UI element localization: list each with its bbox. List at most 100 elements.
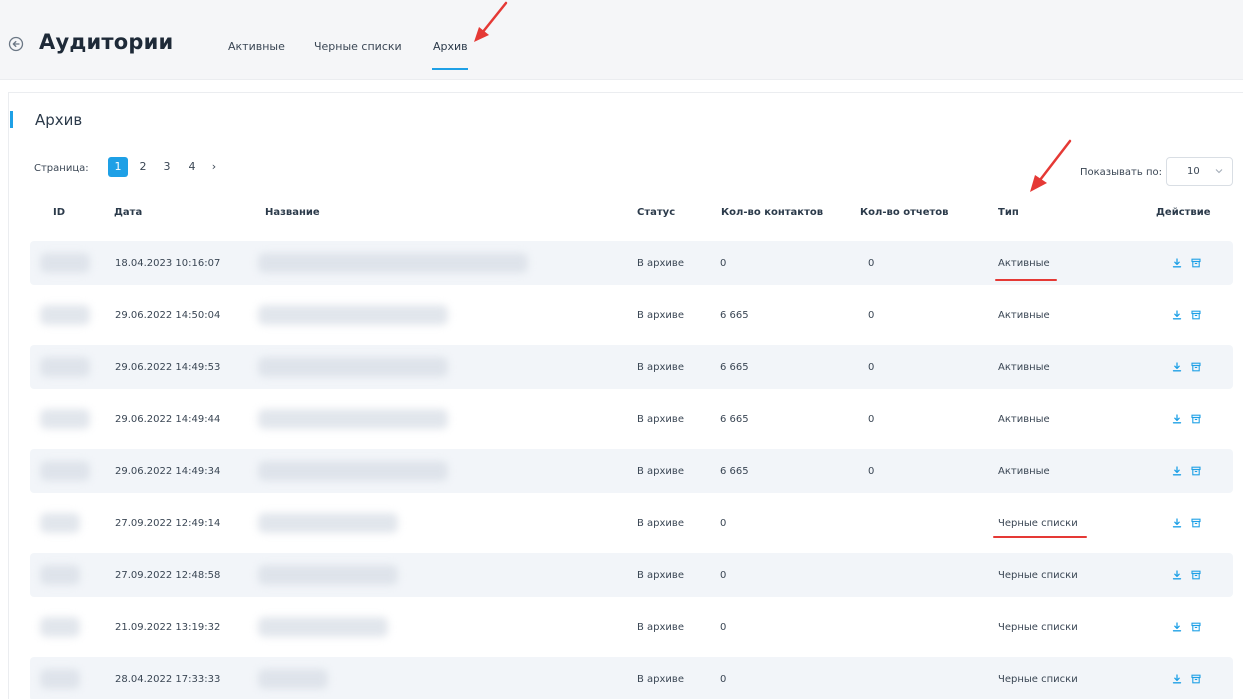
row-date: 28.04.2022 17:33:33 bbox=[115, 674, 221, 685]
redacted-name bbox=[258, 461, 448, 481]
download-icon[interactable] bbox=[1172, 570, 1182, 580]
column-header-reports: Кол-во отчетов bbox=[860, 207, 949, 218]
chevron-down-icon bbox=[1215, 169, 1223, 174]
row-contacts: 0 bbox=[720, 622, 727, 633]
row-status: В архиве bbox=[637, 570, 684, 581]
row-date: 29.06.2022 14:49:53 bbox=[115, 362, 221, 373]
row-status: В архиве bbox=[637, 310, 684, 321]
redacted-name bbox=[258, 357, 448, 377]
download-icon[interactable] bbox=[1172, 466, 1182, 476]
download-icon[interactable] bbox=[1172, 362, 1182, 372]
page-size-select[interactable]: 10 bbox=[1166, 157, 1233, 186]
row-status: В архиве bbox=[637, 362, 684, 373]
row-contacts: 0 bbox=[720, 258, 727, 269]
table-row[interactable]: 29.06.2022 14:49:44 В архиве 6 665 0 Активны… bbox=[30, 397, 1233, 441]
column-header-date: Дата bbox=[114, 207, 143, 218]
page-button-3[interactable]: 3 bbox=[160, 157, 174, 177]
download-icon[interactable] bbox=[1172, 518, 1182, 528]
page-size-value: 10 bbox=[1187, 166, 1200, 177]
row-reports: 0 bbox=[868, 310, 875, 321]
table-row[interactable]: 27.09.2022 12:48:58 В архиве 0 Черные списк… bbox=[30, 553, 1233, 597]
row-reports: 0 bbox=[868, 258, 875, 269]
row-reports: 0 bbox=[868, 362, 875, 373]
row-date: 21.09.2022 13:19:32 bbox=[115, 622, 221, 633]
annotation-underline bbox=[995, 279, 1057, 281]
page-button-2[interactable]: 2 bbox=[136, 157, 150, 177]
row-date: 29.06.2022 14:50:04 bbox=[115, 310, 221, 321]
section-title: Архив bbox=[35, 111, 83, 129]
row-contacts: 6 665 bbox=[720, 466, 749, 477]
archive-box-icon[interactable] bbox=[1191, 414, 1201, 424]
archive-box-icon[interactable] bbox=[1191, 258, 1201, 268]
back-arrow-icon[interactable] bbox=[8, 36, 24, 52]
table-row[interactable]: 29.06.2022 14:49:53 В архиве 6 665 0 Активны… bbox=[30, 345, 1233, 389]
archive-box-icon[interactable] bbox=[1191, 362, 1201, 372]
archive-box-icon[interactable] bbox=[1191, 518, 1201, 528]
row-contacts: 6 665 bbox=[720, 414, 749, 425]
row-contacts: 0 bbox=[720, 518, 727, 529]
column-header-status: Статус bbox=[637, 207, 676, 218]
tab-blacklists[interactable]: Черные списки bbox=[314, 40, 402, 53]
redacted-name bbox=[258, 617, 388, 637]
row-reports: 0 bbox=[868, 414, 875, 425]
archive-box-icon[interactable] bbox=[1191, 622, 1201, 632]
column-header-action: Действие bbox=[1156, 207, 1211, 218]
page-button-4[interactable]: 4 bbox=[185, 157, 199, 177]
column-header-type: Тип bbox=[998, 207, 1019, 218]
row-contacts: 0 bbox=[720, 570, 727, 581]
download-icon[interactable] bbox=[1172, 258, 1182, 268]
row-type: Черные списки bbox=[998, 570, 1078, 581]
column-header-contacts: Кол-во контактов bbox=[721, 207, 824, 218]
column-header-name: Название bbox=[265, 207, 320, 218]
row-type: Активные bbox=[998, 466, 1050, 477]
download-icon[interactable] bbox=[1172, 310, 1182, 320]
redacted-id bbox=[40, 669, 80, 689]
page-next-button[interactable]: › bbox=[207, 157, 221, 177]
row-status: В архиве bbox=[637, 622, 684, 633]
redacted-id bbox=[40, 617, 80, 637]
column-header-id: ID bbox=[53, 207, 66, 218]
section-marker bbox=[10, 111, 13, 128]
row-type: Активные bbox=[998, 310, 1050, 321]
redacted-name bbox=[258, 409, 448, 429]
archive-box-icon[interactable] bbox=[1191, 466, 1201, 476]
annotation-underline bbox=[993, 536, 1087, 538]
row-type: Активные bbox=[998, 258, 1050, 269]
row-type: Активные bbox=[998, 362, 1050, 373]
archive-box-icon[interactable] bbox=[1191, 674, 1201, 684]
table-row[interactable]: 21.09.2022 13:19:32 В архиве 0 Черные списк… bbox=[30, 605, 1233, 649]
archive-box-icon[interactable] bbox=[1191, 310, 1201, 320]
table-row[interactable]: 29.06.2022 14:50:04 В архиве 6 665 0 Активны… bbox=[30, 293, 1233, 337]
row-status: В архиве bbox=[637, 466, 684, 477]
redacted-id bbox=[40, 357, 90, 377]
redacted-name bbox=[258, 305, 448, 325]
download-icon[interactable] bbox=[1172, 414, 1182, 424]
table-row[interactable]: 27.09.2022 12:49:14 В архиве 0 Черные списк… bbox=[30, 501, 1233, 545]
row-status: В архиве bbox=[637, 674, 684, 685]
tab-archive[interactable]: Архив bbox=[433, 40, 468, 53]
redacted-name bbox=[258, 565, 398, 585]
redacted-id bbox=[40, 565, 80, 585]
row-date: 29.06.2022 14:49:34 bbox=[115, 466, 221, 477]
download-icon[interactable] bbox=[1172, 674, 1182, 684]
redacted-name bbox=[258, 253, 528, 273]
download-icon[interactable] bbox=[1172, 622, 1182, 632]
page-size-label: Показывать по: bbox=[1080, 167, 1162, 178]
row-status: В архиве bbox=[637, 414, 684, 425]
archive-box-icon[interactable] bbox=[1191, 570, 1201, 580]
row-reports: 0 bbox=[868, 466, 875, 477]
row-contacts: 6 665 bbox=[720, 310, 749, 321]
row-type: Черные списки bbox=[998, 518, 1078, 529]
pagination-label: Страница: bbox=[34, 163, 89, 174]
row-type: Черные списки bbox=[998, 674, 1078, 685]
row-contacts: 6 665 bbox=[720, 362, 749, 373]
tab-active[interactable]: Активные bbox=[228, 40, 285, 53]
row-type: Активные bbox=[998, 414, 1050, 425]
row-status: В архиве bbox=[637, 258, 684, 269]
table-row[interactable]: 29.06.2022 14:49:34 В архиве 6 665 0 Активны… bbox=[30, 449, 1233, 493]
redacted-id bbox=[40, 305, 90, 325]
page-button-1[interactable]: 1 bbox=[108, 157, 128, 177]
redacted-name bbox=[258, 669, 328, 689]
table-row[interactable]: 28.04.2022 17:33:33 В архиве 0 Черные списк… bbox=[30, 657, 1233, 699]
page-title: Аудитории bbox=[39, 30, 174, 54]
